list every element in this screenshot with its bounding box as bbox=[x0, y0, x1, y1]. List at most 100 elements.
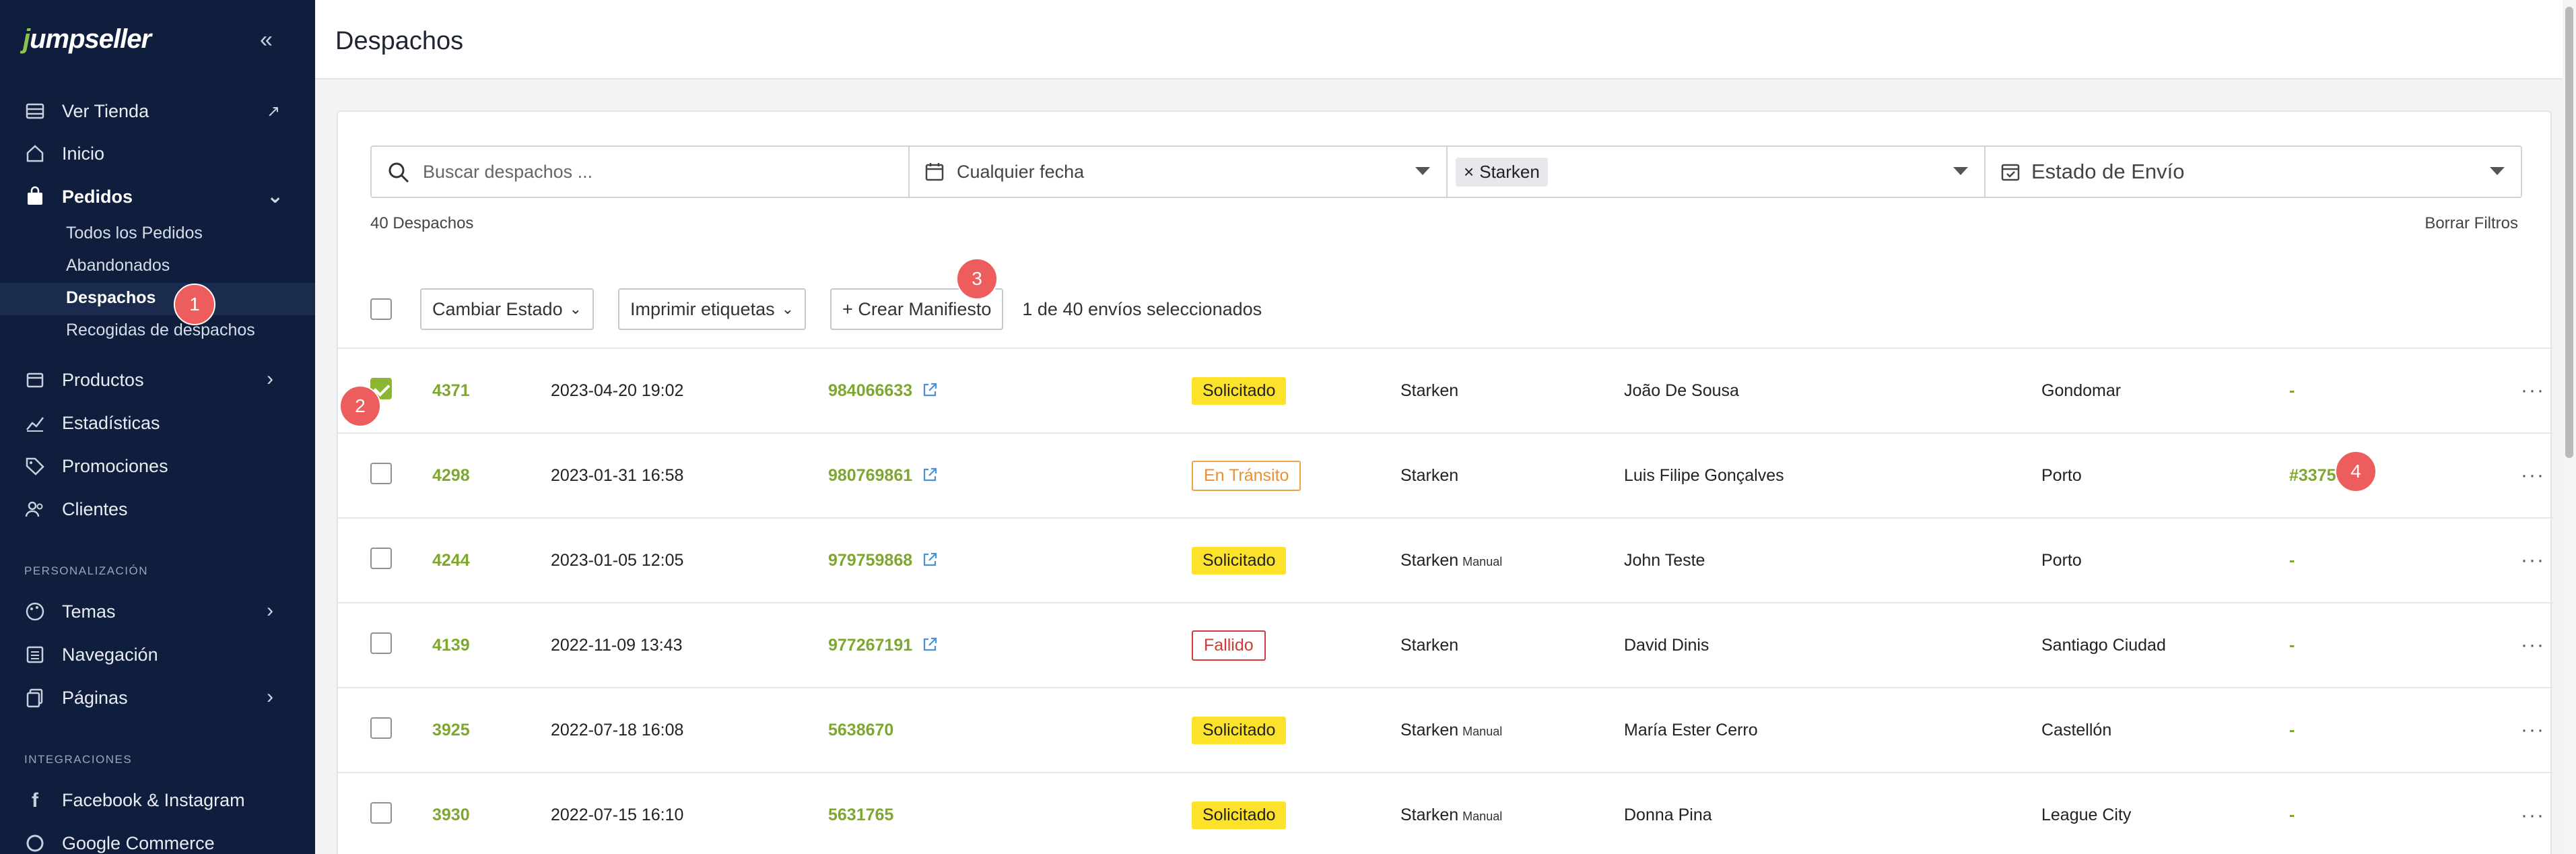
status-cell: Solicitado bbox=[1192, 773, 1400, 854]
page-scrollbar[interactable] bbox=[2563, 0, 2576, 854]
external-link-icon[interactable] bbox=[922, 636, 938, 653]
carrier-chip[interactable]: × Starken bbox=[1456, 157, 1548, 187]
table-row[interactable]: 3930 2022-07-15 16:10 5631765 Solicitado Sta… bbox=[338, 773, 2553, 854]
print-labels-label: Imprimir etiquetas bbox=[630, 298, 775, 319]
external-link-icon: ↗ bbox=[267, 102, 281, 121]
row-checkbox[interactable] bbox=[370, 632, 392, 654]
city: Porto bbox=[2041, 550, 2082, 570]
chevron-down-icon: ⌄ bbox=[781, 300, 794, 317]
list-icon bbox=[24, 644, 46, 665]
sidebar-item-temas[interactable]: Temas › bbox=[24, 598, 273, 625]
print-labels-button[interactable]: Imprimir etiquetas ⌄ bbox=[618, 288, 807, 330]
order-id-link[interactable]: 4298 bbox=[432, 433, 551, 518]
tracking-link[interactable]: 980769861 bbox=[828, 466, 912, 485]
sidebar-subitem-abandonados[interactable]: Abandonados bbox=[66, 256, 170, 275]
sidebar-item-productos[interactable]: Productos › bbox=[24, 366, 273, 393]
table-row[interactable]: 4139 2022-11-09 13:43 977267191 Fallido Star… bbox=[338, 603, 2553, 688]
tracking-link[interactable]: 5638670 bbox=[828, 721, 893, 740]
sidebar-item-label: Inicio bbox=[62, 143, 105, 164]
tracking-cell: 5631765 bbox=[828, 773, 1192, 854]
external-link-icon[interactable] bbox=[922, 552, 938, 568]
external-link-icon[interactable] bbox=[922, 382, 938, 398]
annotation-marker-1: 1 bbox=[174, 284, 215, 325]
more-actions-icon[interactable]: ··· bbox=[2521, 433, 2553, 518]
status-cell: Solicitado bbox=[1192, 688, 1400, 773]
row-checkbox[interactable] bbox=[370, 802, 392, 824]
calendar-check-icon bbox=[2001, 164, 2020, 181]
sidebar-item-label: Promociones bbox=[62, 455, 168, 476]
sidebar-item-facebook-instagram[interactable]: f Facebook & Instagram bbox=[24, 787, 245, 814]
order-id-link[interactable]: 4139 bbox=[432, 603, 551, 688]
collapse-sidebar-icon[interactable]: « bbox=[260, 27, 273, 53]
tracking-cell: 980769861 bbox=[828, 433, 1192, 518]
order-id-link[interactable]: 3930 bbox=[432, 773, 551, 854]
carrier-name: Starken bbox=[1400, 381, 1459, 400]
sidebar-item-ver-tienda[interactable]: Ver Tienda ↗ bbox=[24, 98, 280, 125]
table-row[interactable]: 4244 2023-01-05 12:05 979759868 Solicitado S… bbox=[338, 518, 2553, 603]
chevron-down-icon: ⌄ bbox=[267, 185, 284, 207]
sidebar-item-navegacion[interactable]: Navegación bbox=[24, 641, 158, 668]
carrier-cell: Starken bbox=[1400, 433, 1624, 518]
sidebar-item-clientes[interactable]: Clientes bbox=[24, 496, 128, 523]
pickup-link[interactable]: - bbox=[2289, 518, 2521, 603]
more-actions-icon[interactable]: ··· bbox=[2521, 688, 2553, 773]
order-id-link[interactable]: 3925 bbox=[432, 688, 551, 773]
manual-tag: Manual bbox=[1462, 810, 1503, 823]
more-actions-icon[interactable]: ··· bbox=[2521, 518, 2553, 603]
row-checkbox[interactable] bbox=[370, 462, 392, 484]
sidebar-subitem-recogidas[interactable]: Recogidas de despachos bbox=[66, 321, 255, 340]
pickup-link[interactable]: - bbox=[2289, 688, 2521, 773]
more-actions-icon[interactable]: ··· bbox=[2521, 773, 2553, 854]
sidebar-item-inicio[interactable]: Inicio bbox=[24, 140, 104, 167]
table-row[interactable]: 3925 2022-07-18 16:08 5638670 Solicitado Sta… bbox=[338, 688, 2553, 773]
sidebar-subitem-todos-pedidos[interactable]: Todos los Pedidos bbox=[66, 224, 203, 243]
annotation-marker-3: 3 bbox=[956, 258, 998, 300]
tracking-link[interactable]: 977267191 bbox=[828, 636, 912, 655]
sidebar-item-pedidos[interactable]: Pedidos ⌄ bbox=[24, 183, 283, 210]
change-state-button[interactable]: Cambiar Estado ⌄ bbox=[420, 288, 595, 330]
sidebar-item-label: Temas bbox=[62, 601, 116, 622]
tracking-cell: 979759868 bbox=[828, 518, 1192, 603]
clear-filters-link[interactable]: Borrar Filtros bbox=[2425, 214, 2518, 233]
shipments-table: 4371 2023-04-20 19:02 984066633 Solicitado S… bbox=[338, 348, 2553, 854]
date-filter[interactable]: Cualquier fecha bbox=[910, 147, 1448, 197]
row-checkbox[interactable] bbox=[370, 717, 392, 739]
filter-bar: Buscar despachos ... Cualquier fecha × St… bbox=[370, 145, 2522, 198]
tracking-link[interactable]: 979759868 bbox=[828, 551, 912, 570]
sidebar-item-promociones[interactable]: Promociones bbox=[24, 453, 168, 480]
customer-name: Luis Filipe Gonçalves bbox=[1624, 465, 1784, 485]
remove-chip-icon[interactable]: × bbox=[1464, 162, 1474, 182]
scrollbar-thumb[interactable] bbox=[2565, 7, 2573, 458]
more-actions-icon[interactable]: ··· bbox=[2521, 603, 2553, 688]
status-badge: Solicitado bbox=[1192, 376, 1287, 405]
table-row[interactable]: 4371 2023-04-20 19:02 984066633 Solicitado S… bbox=[338, 348, 2553, 433]
search-input[interactable]: Buscar despachos ... bbox=[372, 147, 910, 197]
row-checkbox[interactable] bbox=[370, 547, 392, 569]
sidebar-item-paginas[interactable]: Páginas › bbox=[24, 684, 273, 711]
sidebar-subitem-despachos[interactable]: Despachos bbox=[66, 288, 156, 308]
pickup-link[interactable]: - bbox=[2289, 603, 2521, 688]
pickup-link[interactable]: - bbox=[2289, 348, 2521, 433]
pickup-link[interactable]: - bbox=[2289, 773, 2521, 854]
shopping-bag-icon bbox=[24, 186, 46, 207]
order-id-link[interactable]: 4244 bbox=[432, 518, 551, 603]
carrier-filter[interactable]: × Starken bbox=[1448, 147, 1986, 197]
sidebar-item-estadisticas[interactable]: Estadísticas bbox=[24, 409, 160, 436]
sidebar-item-google-commerce[interactable]: Google Commerce bbox=[24, 830, 215, 854]
table-row[interactable]: 4298 2023-01-31 16:58 980769861 En Tránsito… bbox=[338, 433, 2553, 518]
select-all-checkbox[interactable] bbox=[370, 298, 392, 320]
caret-down-icon bbox=[1415, 167, 1431, 175]
status-cell: Solicitado bbox=[1192, 518, 1400, 603]
jumpseller-logo[interactable]: jumpseller bbox=[23, 24, 151, 55]
shipping-status-filter[interactable]: Estado de Envío bbox=[1986, 147, 2521, 197]
city: Castellón bbox=[2041, 720, 2112, 740]
more-actions-icon[interactable]: ··· bbox=[2521, 348, 2553, 433]
external-link-icon[interactable] bbox=[922, 467, 938, 483]
pickup-link[interactable]: #3375 bbox=[2289, 433, 2521, 518]
customer-name: João De Sousa bbox=[1624, 381, 1739, 400]
tracking-link[interactable]: 984066633 bbox=[828, 381, 912, 400]
order-id-link[interactable]: 4371 bbox=[432, 348, 551, 433]
tracking-link[interactable]: 5631765 bbox=[828, 806, 893, 824]
page-header: Despachos bbox=[315, 0, 2576, 79]
caret-down-icon bbox=[2490, 167, 2505, 175]
